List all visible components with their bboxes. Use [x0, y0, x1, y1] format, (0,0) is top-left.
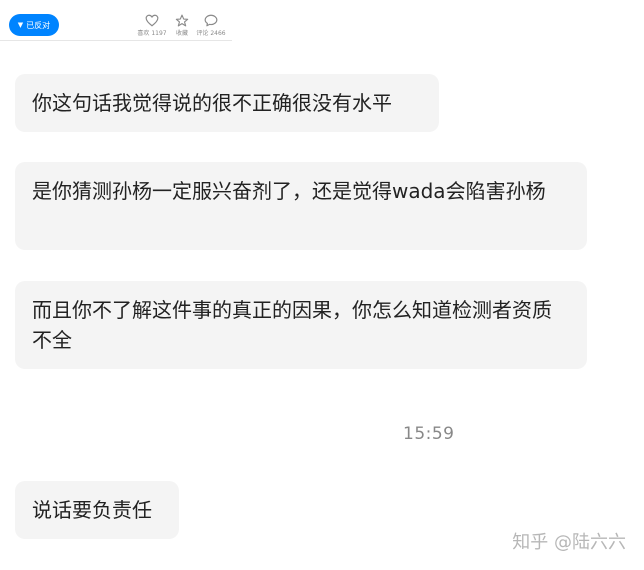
- comment-icon: [204, 14, 218, 27]
- message-text: 而且你不了解这件事的真正的因果，你怎么知道检测者资质不全: [32, 298, 552, 352]
- heart-icon: [145, 14, 159, 27]
- comment-count-label: 评论 2466: [196, 30, 226, 37]
- comment-stat[interactable]: 评论 2466: [191, 14, 231, 37]
- message-text: 是你猜测孙杨一定服兴奋剂了，还是觉得wada会陷害孙杨: [32, 179, 546, 203]
- favorite-label: 收藏: [175, 30, 188, 37]
- triangle-down-icon: ▼: [17, 20, 24, 29]
- message-text: 说话要负责任: [32, 498, 152, 522]
- chat-bubble: 说话要负责任: [15, 481, 179, 539]
- chat-bubble: 而且你不了解这件事的真正的因果，你怎么知道检测者资质不全: [15, 281, 587, 369]
- chat-bubble: 你这句话我觉得说的很不正确很没有水平: [15, 74, 439, 132]
- oppose-button[interactable]: ▼ 已反对: [9, 14, 59, 36]
- star-icon: [175, 14, 189, 27]
- chat-bubble: 是你猜测孙杨一定服兴奋剂了，还是觉得wada会陷害孙杨: [15, 162, 587, 250]
- zhihu-watermark: 知乎 @陆六六: [512, 532, 626, 553]
- action-bar: ▼ 已反对 喜欢 1197 收藏 评论 2466: [0, 0, 232, 41]
- message-timestamp: 15:59: [403, 424, 455, 444]
- message-text: 你这句话我觉得说的很不正确很没有水平: [32, 91, 392, 115]
- oppose-label: 已反对: [26, 20, 51, 30]
